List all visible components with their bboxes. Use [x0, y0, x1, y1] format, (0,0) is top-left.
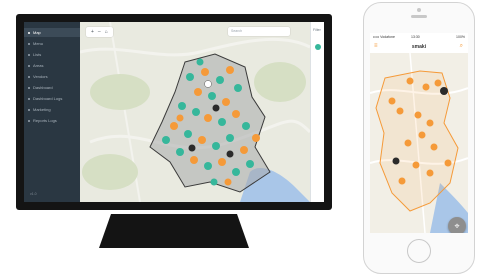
sidebar-item-marketing[interactable]: Marketing: [24, 105, 80, 114]
battery-text: 100%: [456, 35, 465, 39]
sidebar-item-label: Dashboard: [33, 85, 53, 90]
status-bar: ••••• Vodafone 13:30 100%: [370, 33, 468, 41]
sidebar-item-label: Areas: [33, 63, 44, 68]
phone-screen: ••••• Vodafone 13:30 100% ≡ smaki ⌕ ⌖: [370, 33, 468, 233]
zoom-out-button[interactable]: –: [98, 29, 101, 35]
search-icon[interactable]: ⌕: [460, 43, 463, 49]
camera-icon: [417, 8, 421, 12]
report-icon: [28, 119, 30, 122]
logs-icon: [28, 97, 30, 100]
map-toolbar: + – ⌂: [86, 27, 113, 37]
vendor-icon: [28, 75, 30, 78]
sidebar-item-label: Dashboard Logs: [33, 96, 63, 101]
sidebar-item-areas[interactable]: Areas: [24, 61, 80, 70]
phone-map[interactable]: ⌖: [370, 52, 468, 233]
filter-panel: Filter: [310, 22, 324, 202]
status-time: 13:30: [411, 35, 420, 39]
sidebar-item-label: Reports Logs: [33, 118, 57, 123]
sidebar-item-vendors[interactable]: Vendors: [24, 72, 80, 81]
dashboard-icon: [28, 86, 30, 89]
sidebar-item-dashboard[interactable]: Dashboard: [24, 83, 80, 92]
map-icon: [28, 31, 30, 34]
sidebar-item-label: Vendors: [33, 74, 48, 79]
carrier-text: ••••• Vodafone: [373, 35, 395, 39]
sidebar-footer: v1.0: [30, 192, 37, 196]
monitor-stand: [99, 214, 249, 248]
area-icon: [28, 64, 30, 67]
sidebar-item-label: Menu: [33, 41, 44, 46]
desktop-screen: Map Menu Lists Areas Vendors Dashboard D…: [24, 22, 324, 202]
filter-label: Filter: [313, 28, 321, 32]
list-icon: [28, 53, 30, 56]
home-icon[interactable]: ⌂: [105, 29, 108, 35]
menu-icon: [28, 42, 30, 45]
sidebar-item-label: Lists: [33, 52, 42, 57]
sidebar-item-label: Map: [33, 30, 41, 35]
phone-map-canvas[interactable]: [370, 52, 468, 233]
desktop-map[interactable]: + – ⌂ Search: [79, 22, 312, 202]
map-search-input[interactable]: Search: [228, 27, 290, 36]
sidebar-item-lists[interactable]: Lists: [24, 50, 80, 59]
app-title: smaki: [411, 44, 427, 50]
sidebar: Map Menu Lists Areas Vendors Dashboard D…: [24, 22, 80, 202]
home-button[interactable]: [407, 239, 431, 263]
sidebar-item-label: Marketing: [33, 107, 51, 112]
map-canvas[interactable]: [79, 22, 312, 202]
sidebar-item-menu[interactable]: Menu: [24, 39, 80, 48]
sidebar-item-dashboard-logs[interactable]: Dashboard Logs: [24, 94, 80, 103]
desktop-monitor: Map Menu Lists Areas Vendors Dashboard D…: [16, 14, 332, 210]
speaker-icon: [411, 15, 427, 18]
zoom-in-button[interactable]: +: [91, 29, 94, 35]
marketing-icon: [28, 108, 30, 111]
filter-toggle[interactable]: [315, 44, 321, 50]
sidebar-item-map[interactable]: Map: [24, 28, 80, 37]
locate-button[interactable]: ⌖: [448, 217, 466, 233]
phone-device: ••••• Vodafone 13:30 100% ≡ smaki ⌕ ⌖: [363, 2, 475, 274]
sidebar-item-reports-logs[interactable]: Reports Logs: [24, 116, 80, 125]
